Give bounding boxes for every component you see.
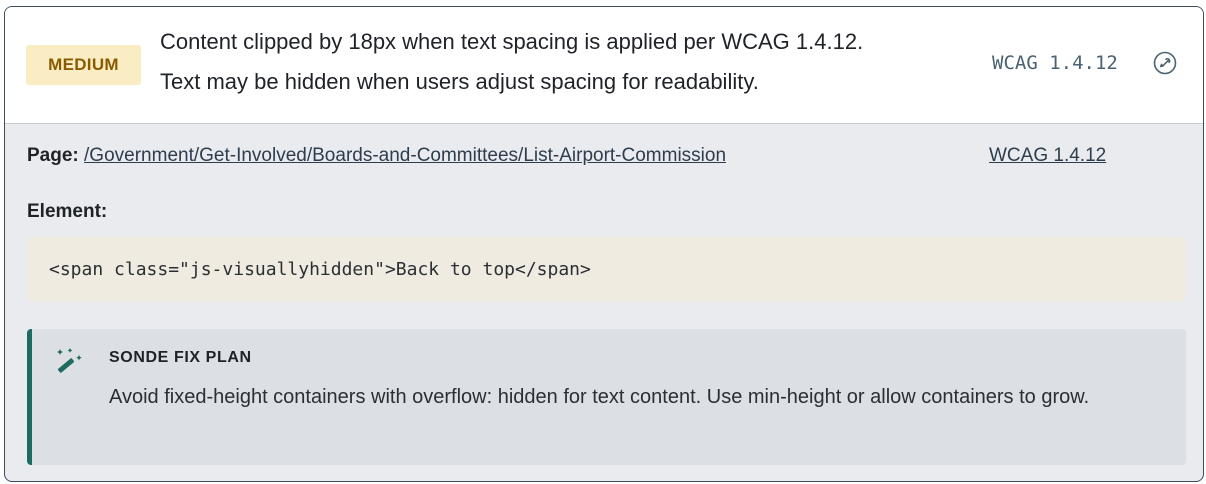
element-label: Element: <box>27 201 108 222</box>
fix-plan-panel: SONDE FIX PLAN Avoid fixed-height contai… <box>27 329 1186 465</box>
fix-plan-title: SONDE FIX PLAN <box>109 349 252 366</box>
wcag-criterion-code: WCAG 1.4.12 <box>992 52 1118 74</box>
element-code: <span class="js-visuallyhidden">Back to … <box>27 237 1186 301</box>
issue-description: Text may be hidden when users adjust spa… <box>160 69 759 94</box>
issue-header[interactable]: MEDIUM Content clipped by 18px when text… <box>5 7 1203 124</box>
page-meta: Page: /Government/Get-Involved/Boards-an… <box>27 145 726 167</box>
fix-plan-body: Avoid fixed-height containers with overf… <box>109 386 1090 408</box>
wcag-reference-link[interactable]: WCAG 1.4.12 <box>989 145 1106 167</box>
page-url-link[interactable]: /Government/Get-Involved/Boards-and-Comm… <box>84 145 726 166</box>
page-label: Page: <box>27 145 79 166</box>
issue-title: Content clipped by 18px when text spacin… <box>160 29 864 54</box>
link-icon[interactable] <box>1153 51 1177 75</box>
magic-wand-icon <box>57 348 82 373</box>
severity-badge: MEDIUM <box>26 45 141 85</box>
issue-card: MEDIUM Content clipped by 18px when text… <box>4 6 1204 482</box>
